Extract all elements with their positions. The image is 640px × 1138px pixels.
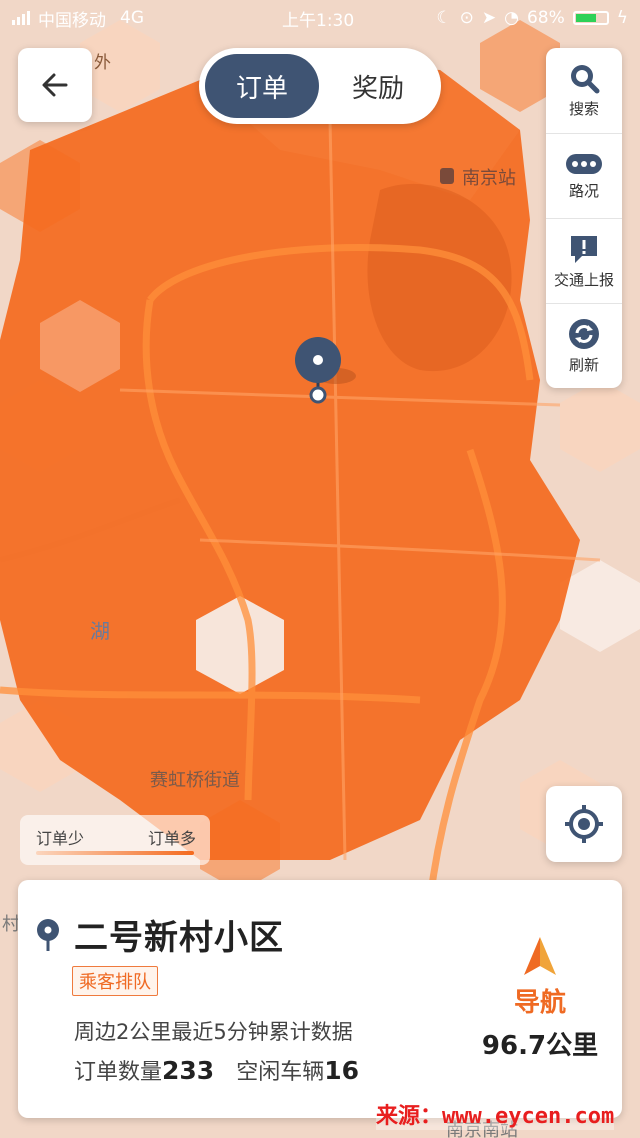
distance-value: 96.7公里	[481, 1031, 599, 1061]
place-pin-icon	[37, 919, 59, 951]
charging-icon: ϟ	[616, 8, 628, 28]
back-arrow-icon	[42, 73, 68, 97]
navigation-arrow-icon	[524, 937, 556, 975]
search-label: 搜索	[568, 100, 599, 118]
network-type: 4G	[120, 8, 144, 28]
navigate-button[interactable]: 导航 96.7公里	[480, 936, 600, 1062]
tab-rewards[interactable]: 奖励	[323, 54, 433, 118]
crosshair-icon	[565, 805, 603, 843]
map-label-top-left: 外	[94, 53, 111, 73]
train-icon	[440, 168, 454, 184]
map-label-lake: 湖	[90, 619, 110, 643]
map-tools-panel: 搜索 路况 交通上报 刷新	[546, 48, 622, 388]
refresh-icon	[569, 319, 599, 349]
traffic-report-button[interactable]: 交通上报	[546, 218, 622, 304]
battery-percent: 68%	[526, 8, 565, 28]
watermark: 来源：www.eycen.com	[376, 1098, 615, 1130]
navigate-label: 导航	[513, 988, 566, 1018]
refresh-label: 刷新	[568, 356, 599, 374]
alarm-icon: ◔	[504, 8, 519, 28]
clock: 上午1:30	[282, 10, 355, 31]
status-badge: 乘客排队	[72, 966, 158, 996]
legend-gradient-bar	[36, 851, 194, 855]
place-name: 二号新村小区	[74, 918, 284, 958]
idle-value: 16	[324, 1056, 360, 1085]
traffic-icon	[566, 154, 602, 174]
orientation-lock-icon: ⊙	[459, 8, 474, 28]
data-description: 周边2公里最近5分钟累计数据	[74, 1020, 353, 1044]
orders-label: 订单数量	[74, 1060, 163, 1085]
moon-icon: ☾	[436, 8, 452, 28]
status-bar: 中国移动 4G 上午1:30 ☾ ⊙ ➤ ◔ 68% ϟ	[0, 0, 640, 36]
back-button[interactable]	[18, 48, 92, 122]
stats-row: 订单数量 233 空闲车辆 16	[74, 1054, 381, 1086]
search-button[interactable]: 搜索	[546, 48, 622, 133]
orders-value: 233	[162, 1056, 215, 1085]
map-label-street: 赛虹桥街道	[150, 770, 240, 791]
locate-me-button[interactable]	[546, 786, 622, 862]
tab-orders[interactable]: 订单	[205, 54, 319, 118]
carrier-name: 中国移动	[38, 10, 106, 31]
tab-switcher: 订单 奖励	[199, 48, 441, 124]
location-arrow-icon: ➤	[481, 8, 497, 28]
idle-label: 空闲车辆	[236, 1060, 325, 1085]
map-label-station: 南京站	[462, 168, 516, 189]
report-icon	[571, 236, 597, 263]
legend-high-label: 订单多	[147, 829, 196, 848]
traffic-button[interactable]: 路况	[546, 133, 622, 219]
battery-icon	[572, 11, 609, 25]
legend-low-label: 订单少	[36, 829, 85, 848]
traffic-report-label: 交通上报	[553, 271, 614, 289]
traffic-label: 路况	[568, 182, 599, 200]
search-icon	[571, 65, 600, 94]
refresh-button[interactable]: 刷新	[546, 303, 622, 389]
signal-icon	[12, 11, 30, 25]
heat-legend: 订单少 订单多	[20, 815, 210, 865]
